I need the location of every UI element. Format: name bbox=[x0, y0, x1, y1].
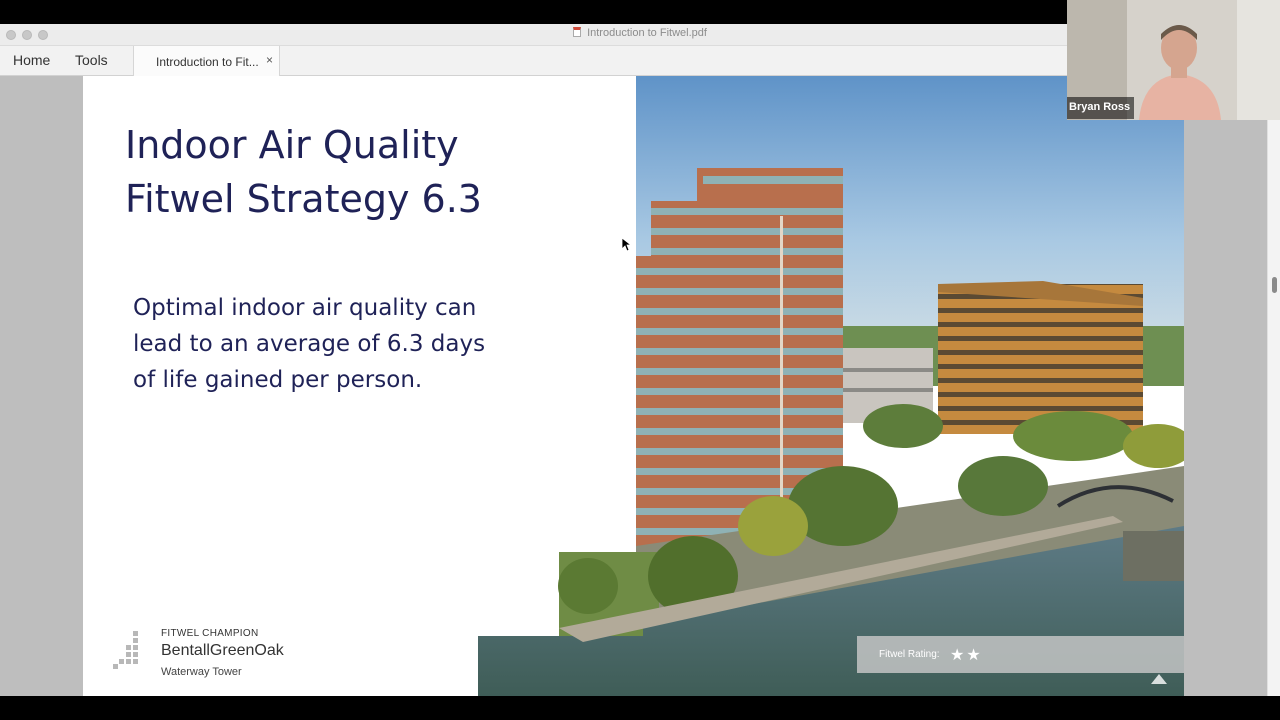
slide-title-line-2: Fitwel Strategy 6.3 bbox=[125, 177, 482, 221]
mouse-cursor-icon bbox=[622, 238, 632, 252]
tools-tab[interactable]: Tools bbox=[75, 52, 108, 68]
slide-body-line-3: of life gained per person. bbox=[133, 367, 423, 393]
vertical-scrollbar[interactable] bbox=[1267, 120, 1280, 696]
champion-name: BentallGreenOak bbox=[161, 642, 284, 659]
screen: Introduction to Fitwel.pdf Home Tools In… bbox=[0, 0, 1280, 720]
star-icon: ★★ bbox=[950, 647, 983, 664]
fitwel-rating-bar: Fitwel Rating: ★★ bbox=[857, 636, 1184, 673]
pdf-viewer-window: Introduction to Fitwel.pdf Home Tools In… bbox=[0, 24, 1280, 696]
slide-body: Optimal indoor air quality can lead to a… bbox=[133, 290, 553, 398]
slide-title: Indoor Air Quality Fitwel Strategy 6.3 bbox=[125, 118, 482, 226]
champion-label: FITWEL CHAMPION bbox=[161, 628, 259, 639]
slide-body-line-2: lead to an average of 6.3 days bbox=[133, 331, 486, 357]
champion-place: Waterway Tower bbox=[161, 666, 242, 678]
pdf-file-icon bbox=[573, 27, 582, 37]
fitwel-rating-label: Fitwel Rating: bbox=[879, 649, 940, 660]
document-viewer[interactable]: Indoor Air Quality Fitwel Strategy 6.3 O… bbox=[0, 76, 1280, 696]
participant-name-label: Bryan Ross bbox=[1067, 97, 1135, 119]
home-tab[interactable]: Home bbox=[13, 52, 50, 68]
participant-video[interactable]: Bryan Ross bbox=[1067, 0, 1280, 120]
slide-title-line-1: Indoor Air Quality bbox=[125, 123, 459, 167]
scrollbar-thumb[interactable] bbox=[1272, 277, 1277, 293]
document-tab-label: Introduction to Fit... bbox=[156, 55, 259, 69]
close-tab-icon[interactable]: × bbox=[266, 53, 273, 67]
window-title-text: Introduction to Fitwel.pdf bbox=[587, 27, 707, 39]
slide-page: Indoor Air Quality Fitwel Strategy 6.3 O… bbox=[83, 76, 1184, 696]
document-tab[interactable]: Introduction to Fit... × bbox=[133, 46, 280, 76]
bottom-letterbox bbox=[0, 696, 1280, 720]
slide-body-line-1: Optimal indoor air quality can bbox=[133, 295, 477, 321]
fitwel-logo-icon bbox=[113, 631, 138, 669]
